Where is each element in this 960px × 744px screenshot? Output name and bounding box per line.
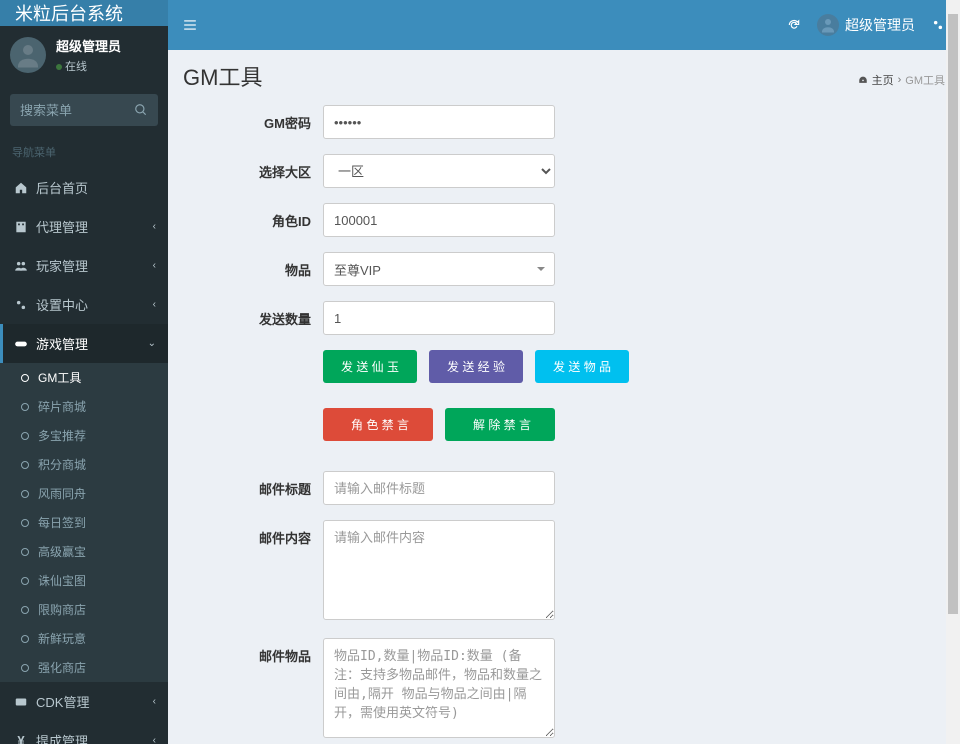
- circle-icon: [18, 490, 32, 498]
- search-input[interactable]: [10, 103, 124, 118]
- sub-item-zhuxian[interactable]: 诛仙宝图: [0, 566, 168, 595]
- topbar: 超级管理员: [168, 0, 960, 50]
- sub-item-limited[interactable]: 限购商店: [0, 595, 168, 624]
- users-icon: [12, 259, 30, 273]
- role-id-label: 角色ID: [183, 203, 323, 237]
- sub-item-shard[interactable]: 碎片商城: [0, 392, 168, 421]
- circle-icon: [18, 432, 32, 440]
- qty-input[interactable]: [323, 301, 555, 335]
- sidebar-item-cdk[interactable]: CDK管理 ‹: [0, 682, 168, 721]
- search-icon[interactable]: [124, 103, 158, 117]
- send-item-button[interactable]: 发 送 物 品: [535, 350, 629, 383]
- send-jade-button[interactable]: 发 送 仙 玉: [323, 350, 417, 383]
- brand-logo[interactable]: 米粒后台系统: [0, 0, 168, 26]
- circle-icon: [18, 461, 32, 469]
- circle-icon: [18, 374, 32, 382]
- sidebar-item-label: 玩家管理: [36, 256, 88, 275]
- mail-title-label: 邮件标题: [183, 471, 323, 505]
- sidebar-toggle-button[interactable]: [183, 18, 197, 32]
- sidebar-item-settings[interactable]: 设置中心 ‹: [0, 285, 168, 324]
- yen-icon: ¥: [12, 733, 30, 744]
- sidebar-item-label: 提成管理: [36, 731, 88, 744]
- window-scrollbar[interactable]: [946, 0, 960, 744]
- sub-item-enhance[interactable]: 强化商店: [0, 653, 168, 682]
- content-header: GM工具 主页 › GM工具: [168, 50, 960, 100]
- circle-icon: [18, 548, 32, 556]
- breadcrumb-current: GM工具: [905, 72, 945, 88]
- sidebar-item-home[interactable]: 后台首页: [0, 168, 168, 207]
- top-user-label: 超级管理员: [845, 15, 915, 35]
- sidebar-item-label: 后台首页: [36, 178, 88, 197]
- nav-header: 导航菜单: [0, 136, 168, 168]
- chevron-left-icon: ‹: [153, 221, 156, 232]
- sidebar-item-label: 游戏管理: [36, 334, 88, 353]
- avatar: [10, 37, 46, 73]
- mail-item-input[interactable]: [323, 638, 555, 738]
- chevron-left-icon: ‹: [153, 299, 156, 310]
- gm-pw-label: GM密码: [183, 105, 323, 139]
- settings-button[interactable]: [931, 18, 945, 32]
- circle-icon: [18, 403, 32, 411]
- refresh-button[interactable]: [787, 18, 801, 32]
- chevron-left-icon: ‹: [153, 260, 156, 271]
- zone-select[interactable]: 一区: [323, 154, 555, 188]
- sub-item-fengyu[interactable]: 风雨同舟: [0, 479, 168, 508]
- content-body: GM密码 选择大区 一区 角色ID 物品: [168, 100, 960, 744]
- top-user[interactable]: 超级管理员: [817, 14, 915, 36]
- circle-icon: [18, 577, 32, 585]
- sidebar-search: [0, 84, 168, 136]
- sidebar-item-label: CDK管理: [36, 692, 89, 711]
- qty-label: 发送数量: [183, 301, 323, 335]
- chevron-left-icon: ‹: [153, 735, 156, 744]
- sub-item-fresh[interactable]: 新鲜玩意: [0, 624, 168, 653]
- cogs-icon: [12, 298, 30, 312]
- sub-item-points[interactable]: 积分商城: [0, 450, 168, 479]
- dashboard-icon: [858, 75, 868, 85]
- mail-content-label: 邮件内容: [183, 520, 323, 623]
- sub-nav-game: GM工具 碎片商城 多宝推荐 积分商城 风雨同舟 每日签到 高级赢宝 诛仙宝图 …: [0, 363, 168, 682]
- card-icon: [12, 695, 30, 709]
- mail-item-label: 邮件物品: [183, 638, 323, 741]
- sidebar-item-agent[interactable]: 代理管理 ‹: [0, 207, 168, 246]
- mail-title-input[interactable]: [323, 471, 555, 505]
- gamepad-icon: [12, 337, 30, 351]
- user-status: 在线: [56, 58, 121, 74]
- circle-icon: [18, 664, 32, 672]
- chevron-down-icon: ⌄: [148, 338, 156, 349]
- circle-icon: [18, 606, 32, 614]
- item-label: 物品: [183, 252, 323, 286]
- sub-item-duobao[interactable]: 多宝推荐: [0, 421, 168, 450]
- circle-icon: [18, 519, 32, 527]
- avatar-icon: [817, 14, 839, 36]
- unmute-button[interactable]: 解 除 禁 言: [445, 408, 555, 441]
- sub-item-daily[interactable]: 每日签到: [0, 508, 168, 537]
- role-id-input[interactable]: [323, 203, 555, 237]
- user-panel: 超级管理员 在线: [0, 26, 168, 84]
- mute-button[interactable]: 角 色 禁 言: [323, 408, 433, 441]
- sub-item-gm[interactable]: GM工具: [0, 363, 168, 392]
- breadcrumb: 主页 › GM工具: [858, 72, 945, 88]
- item-select[interactable]: [323, 252, 555, 286]
- sidebar-item-label: 代理管理: [36, 217, 88, 236]
- breadcrumb-separator: ›: [898, 74, 902, 86]
- sub-item-gaoji[interactable]: 高级赢宝: [0, 537, 168, 566]
- user-name: 超级管理员: [56, 36, 121, 55]
- circle-icon: [18, 635, 32, 643]
- building-icon: [12, 220, 30, 234]
- home-icon: [12, 181, 30, 195]
- main-area: 超级管理员 GM工具 主页 › GM工具 GM密码: [168, 0, 960, 744]
- zone-label: 选择大区: [183, 154, 323, 188]
- send-exp-button[interactable]: 发 送 经 验: [429, 350, 523, 383]
- chevron-left-icon: ‹: [153, 696, 156, 707]
- sidebar-item-commission[interactable]: ¥ 提成管理 ‹: [0, 721, 168, 744]
- sidebar-item-label: 设置中心: [36, 295, 88, 314]
- page-title: GM工具: [183, 60, 262, 92]
- scrollbar-thumb[interactable]: [948, 14, 958, 614]
- sidebar-item-player[interactable]: 玩家管理 ‹: [0, 246, 168, 285]
- breadcrumb-home[interactable]: 主页: [872, 72, 894, 88]
- gm-pw-input[interactable]: [323, 105, 555, 139]
- mail-content-input[interactable]: [323, 520, 555, 620]
- sidebar: 米粒后台系统 超级管理员 在线 导航菜单 后台首页 代理管: [0, 0, 168, 744]
- sidebar-item-game[interactable]: 游戏管理 ⌄: [0, 324, 168, 363]
